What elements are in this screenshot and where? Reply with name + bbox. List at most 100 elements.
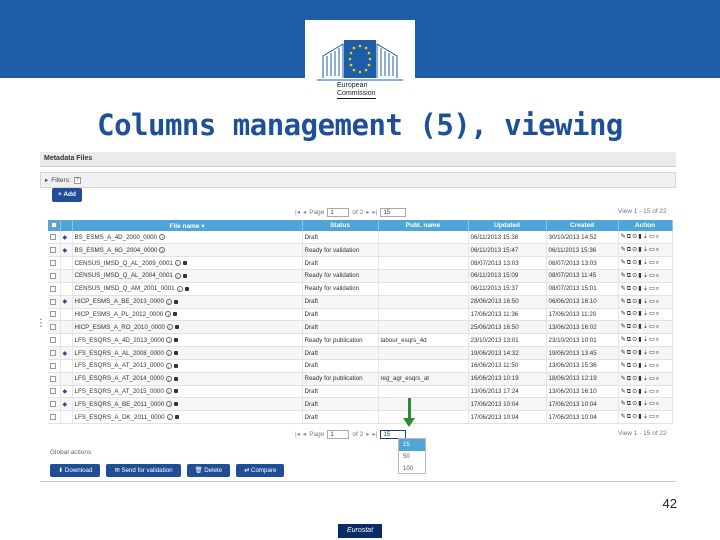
table-row[interactable]: ◆ LFS_ESQRS_A_AT_2015_0000 i Draft 13/06/201…: [48, 385, 673, 399]
action-icons[interactable]: ✎⧉⊙▮⇣▭⌕: [618, 346, 673, 360]
info-icon[interactable]: i: [159, 247, 166, 254]
delete-button[interactable]: 🗑 Delete: [186, 464, 231, 477]
row-expand-icon[interactable]: [60, 359, 73, 373]
row-expand-icon[interactable]: ◆: [60, 295, 73, 309]
search-icon[interactable]: ⌕: [656, 349, 660, 356]
table-row[interactable]: CENSUS_IMSD_Q_AM_2001_0001 i Ready for val…: [48, 282, 673, 296]
info-icon[interactable]: i: [166, 414, 173, 421]
search-icon[interactable]: ⌕: [656, 233, 660, 240]
action-icons[interactable]: ✎⧉⊙▮⇣▭⌕: [618, 308, 673, 322]
search-icon[interactable]: ⌕: [656, 413, 660, 420]
info-icon[interactable]: i: [166, 324, 173, 331]
row-expand-icon[interactable]: [60, 282, 73, 296]
file-name[interactable]: LFS_ESQRS_A_AL_2008_0000: [75, 350, 164, 357]
page-size-option[interactable]: 15: [399, 439, 425, 451]
search-icon[interactable]: ⌕: [656, 310, 660, 317]
page-size-option[interactable]: 100: [399, 463, 425, 475]
page-size-select[interactable]: 15: [380, 207, 407, 217]
search-icon[interactable]: ⌕: [656, 388, 660, 395]
action-icons[interactable]: ✎⧉⊙▮⇣▭⌕: [618, 243, 673, 258]
table-row[interactable]: ◆ LFS_ESQRS_A_AL_2008_0000 i Draft 19/06/201…: [48, 346, 673, 360]
row-checkbox[interactable]: [48, 359, 61, 373]
file-name-cell[interactable]: LFS_ESQRS_A_AT_2015_0000 i: [72, 385, 303, 399]
row-expand-icon[interactable]: [60, 269, 73, 283]
file-name[interactable]: CENSUS_IMSD_Q_AL_2009_0001: [75, 260, 173, 267]
file-name-cell[interactable]: LFS_ESQRS_A_AT_2014_0000 i: [72, 372, 303, 386]
info-icon[interactable]: i: [176, 285, 183, 292]
page-input[interactable]: 1: [327, 207, 350, 217]
table-row[interactable]: LFS_ESQRS_A_DK_2011_0000 i Draft 17/06/2013…: [48, 410, 673, 425]
action-icons[interactable]: ✎⧉⊙▮⇣▭⌕: [618, 282, 673, 296]
row-checkbox[interactable]: [48, 308, 61, 322]
row-expand-icon[interactable]: [60, 320, 73, 335]
search-icon[interactable]: ⌕: [656, 362, 660, 369]
search-icon[interactable]: ⌕: [656, 323, 660, 330]
row-expand-icon[interactable]: [60, 256, 73, 271]
file-name[interactable]: CENSUS_IMSD_Q_AL_2004_0001: [75, 272, 173, 279]
folder-icon[interactable]: ▭: [649, 349, 656, 356]
row-checkbox[interactable]: [48, 320, 61, 335]
filters-bar[interactable]: ▸ Filters: ?: [40, 172, 676, 188]
info-icon[interactable]: i: [165, 375, 172, 382]
info-icon[interactable]: i: [165, 349, 172, 356]
row-expand-icon[interactable]: ◆: [60, 397, 73, 412]
file-name[interactable]: CENSUS_IMSD_Q_AM_2001_0001: [75, 285, 175, 292]
row-checkbox[interactable]: [48, 372, 61, 386]
file-name[interactable]: LFS_ESQRS_A_AT_2014_0000: [75, 375, 164, 382]
action-icons[interactable]: ✎⧉⊙▮⇣▭⌕: [618, 320, 673, 335]
table-row[interactable]: LFS_ESQRS_A_AT_2013_0000 i Draft 16/06/2013…: [48, 359, 673, 373]
file-name[interactable]: BS_ESMS_A_4D_2000_0000: [75, 234, 158, 241]
col-header-file-name[interactable]: File name ▾: [72, 220, 303, 231]
action-icons[interactable]: ✎⧉⊙▮⇣▭⌕: [618, 269, 673, 283]
row-expand-icon[interactable]: ◆: [60, 385, 73, 399]
row-checkbox[interactable]: [48, 346, 61, 360]
folder-icon[interactable]: ▭: [649, 400, 656, 407]
row-checkbox[interactable]: [48, 231, 61, 245]
file-name-cell[interactable]: CENSUS_IMSD_Q_AL_2004_0001 i: [72, 269, 303, 283]
row-expand-icon[interactable]: [60, 308, 73, 322]
table-row[interactable]: HICP_ESMS_A_PL_2012_0000 i Draft 17/06/2013…: [48, 308, 673, 322]
row-expand-icon[interactable]: ◆: [60, 243, 73, 258]
send-for-validation-button[interactable]: ✉ Send for validation: [106, 464, 181, 477]
file-name[interactable]: HICP_ESMS_A_PL_2012_0000: [75, 311, 164, 318]
select-all-checkbox[interactable]: [48, 220, 61, 231]
file-name-cell[interactable]: BS_ESMS_A_4D_2000_0000 i: [72, 231, 303, 245]
folder-icon[interactable]: ▭: [649, 388, 656, 395]
row-checkbox[interactable]: [48, 243, 61, 258]
row-checkbox[interactable]: [48, 295, 61, 309]
info-icon[interactable]: i: [174, 259, 181, 266]
col-header-publ-name[interactable]: Publ. name: [378, 220, 469, 231]
file-name-cell[interactable]: LFS_ESQRS_A_4D_2013_0000 i: [72, 333, 303, 348]
page-size-option[interactable]: 50: [399, 451, 425, 463]
search-icon[interactable]: ⌕: [656, 246, 660, 253]
row-checkbox[interactable]: [48, 282, 61, 296]
search-icon[interactable]: ⌕: [656, 336, 660, 343]
table-row[interactable]: ◆ LFS_ESQRS_A_BE_2011_0000 i Draft 17/06/201…: [48, 397, 673, 412]
action-icons[interactable]: ✎⧉⊙▮⇣▭⌕: [618, 410, 673, 425]
row-checkbox[interactable]: [48, 397, 61, 412]
folder-icon[interactable]: ▭: [649, 298, 656, 305]
file-name-cell[interactable]: LFS_ESQRS_A_BE_2011_0000 i: [72, 397, 303, 412]
row-checkbox[interactable]: [48, 269, 61, 283]
file-name-cell[interactable]: LFS_ESQRS_A_AT_2013_0000 i: [72, 359, 303, 373]
file-name[interactable]: LFS_ESQRS_A_4D_2013_0000: [75, 337, 165, 344]
table-row[interactable]: HICP_ESMS_A_RO_2010_0000 i Draft 25/06/2013…: [48, 320, 673, 335]
compare-button[interactable]: ⇄ Compare: [236, 464, 285, 477]
info-icon[interactable]: i: [165, 298, 172, 305]
file-name-cell[interactable]: HICP_ESMS_A_BE_2013_0000 i: [72, 295, 303, 309]
file-name[interactable]: HICP_ESMS_A_BE_2013_0000: [75, 298, 164, 305]
col-header-updated[interactable]: Updated: [468, 220, 547, 231]
action-icons[interactable]: ✎⧉⊙▮⇣▭⌕: [618, 359, 673, 373]
info-icon[interactable]: i: [159, 234, 166, 241]
table-row[interactable]: ◆ HICP_ESMS_A_BE_2013_0000 i Draft 28/06/201…: [48, 295, 673, 309]
search-icon[interactable]: ⌕: [656, 400, 660, 407]
last-page-icon[interactable]: ▸|: [373, 430, 378, 438]
folder-icon[interactable]: ▭: [649, 323, 656, 330]
action-icons[interactable]: ✎⧉⊙▮⇣▭⌕: [618, 256, 673, 271]
search-icon[interactable]: ⌕: [656, 285, 660, 292]
prev-page-icon[interactable]: ◂: [303, 430, 306, 438]
first-page-icon[interactable]: |◂: [295, 208, 300, 216]
file-name-cell[interactable]: LFS_ESQRS_A_DK_2011_0000 i: [72, 410, 303, 425]
table-row[interactable]: LFS_ESQRS_A_AT_2014_0000 i Ready for publi…: [48, 372, 673, 386]
next-page-icon[interactable]: ▸: [366, 430, 369, 438]
